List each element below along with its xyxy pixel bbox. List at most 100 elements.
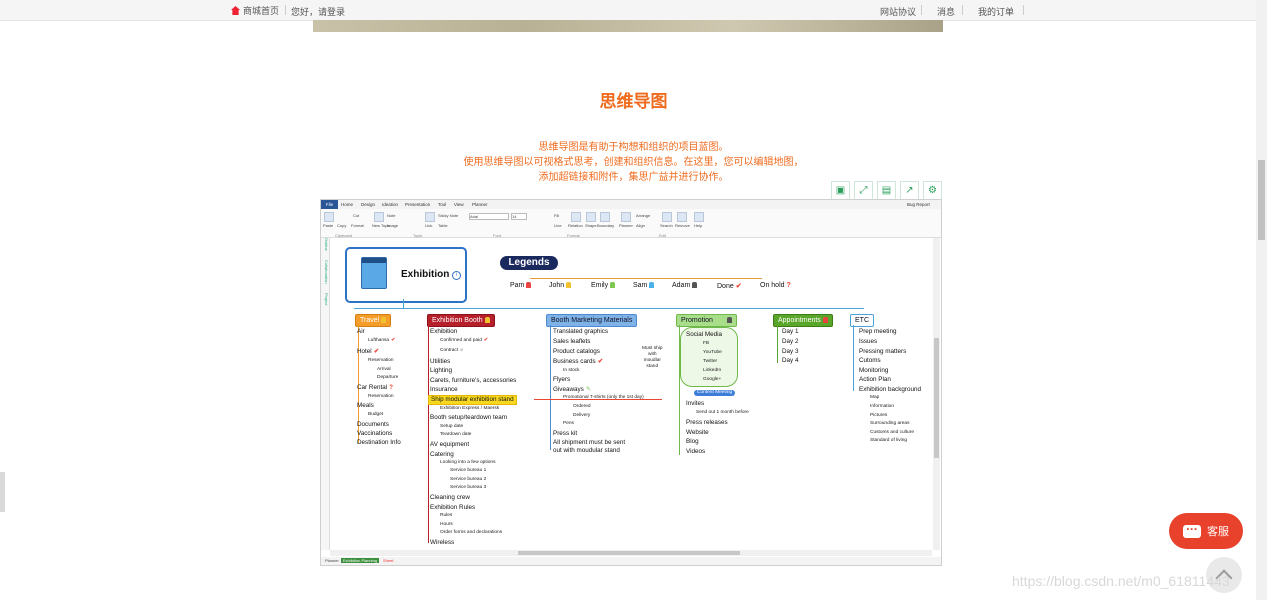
booth-catering[interactable]: Catering (430, 451, 454, 459)
bg-living[interactable]: Standard of living (870, 438, 907, 444)
settings-icon[interactable]: ⚙ (923, 181, 942, 200)
booth-cleaning-crew[interactable]: Cleaning crew (430, 494, 470, 502)
bg-information[interactable]: Information (870, 404, 894, 410)
link-icon[interactable] (425, 212, 435, 222)
booth-ship-stand[interactable]: Ship modular exhibition stand (428, 395, 517, 405)
booth-lighting[interactable]: Lighting (430, 367, 452, 375)
travel-air[interactable]: Air (357, 328, 365, 336)
booth-wireless[interactable]: Wireless (430, 539, 454, 547)
hotel-departure[interactable]: Departure (377, 375, 398, 381)
marketing-shipment-2[interactable]: out with moudular stand (553, 447, 620, 455)
etc-action-plan[interactable]: Action Plan (859, 376, 891, 384)
catering-bureau-2[interactable]: Service bureau 2 (450, 477, 486, 483)
appointment-day-4[interactable]: Day 4 (782, 357, 798, 365)
bg-customs[interactable]: Customs and culture (870, 430, 914, 436)
bg-map[interactable]: Map (870, 395, 879, 401)
booth-exhibition-rules[interactable]: Exhibition Rules (430, 504, 475, 512)
promo-blog[interactable]: Blog (686, 438, 699, 446)
social-twitter[interactable]: Twitter (703, 359, 717, 365)
promo-social-media[interactable]: Social Media (686, 331, 722, 339)
customer-service-button[interactable]: 客服 (1169, 513, 1243, 549)
social-linkedin[interactable]: LinkedIn (703, 368, 721, 374)
social-youtube[interactable]: YouTube (703, 350, 722, 356)
marketing-giveaways[interactable]: Giveaways ✎ (553, 386, 591, 394)
root-topic[interactable]: Exhibition i (345, 247, 467, 303)
tab-view[interactable]: View (454, 202, 464, 207)
appointment-day-2[interactable]: Day 2 (782, 338, 798, 346)
appointment-day-3[interactable]: Day 3 (782, 348, 798, 356)
category-exhibition-booth[interactable]: Exhibition Booth (427, 314, 495, 327)
search-icon[interactable] (662, 212, 672, 222)
travel-car-rental[interactable]: Car Rental? (357, 384, 393, 392)
etc-exhibition-background[interactable]: Exhibition background (859, 386, 921, 394)
category-booth-marketing[interactable]: Booth Marketing Materials (546, 314, 638, 327)
sheet-tab-planner[interactable]: Planner (325, 558, 339, 563)
promo-website[interactable]: Website (686, 429, 709, 437)
home-link[interactable]: 商城首页 (231, 4, 279, 17)
orders-link[interactable]: 我的订单 (978, 5, 1014, 18)
open-icon[interactable]: ▣ (831, 181, 850, 200)
meals-budget[interactable]: Budget (368, 412, 383, 418)
give-ordered[interactable]: Ordered (573, 404, 591, 410)
category-travel[interactable]: Travel (355, 314, 392, 327)
catering-bureau-1[interactable]: Service bureau 1 (450, 468, 486, 474)
marketing-shipment-1[interactable]: All shipment must be sent (553, 439, 625, 447)
content-meeting-button[interactable]: Content Meeting (694, 390, 736, 396)
tab-design[interactable]: Design (361, 202, 375, 207)
horizontal-scrollbar[interactable] (330, 550, 932, 556)
font-select[interactable]: Arial (469, 213, 509, 220)
booth-utilities[interactable]: Utilities (430, 358, 450, 366)
new-topic-icon[interactable] (374, 212, 384, 222)
etc-monitoring[interactable]: Monitoring (859, 367, 888, 375)
remove-icon[interactable] (677, 212, 687, 222)
marketing-press-kit[interactable]: Press kit (553, 430, 577, 438)
booth-insurance[interactable]: Insurance (430, 386, 458, 394)
tab-file[interactable]: File (321, 200, 338, 209)
booth-exhibition[interactable]: Exhibition (430, 328, 457, 336)
booth-contract[interactable]: Contract ⌀ (440, 348, 463, 354)
sheet-tab-exhibition[interactable]: Exhibition Planning (341, 558, 380, 563)
side-tab-outline[interactable]: Outline (324, 238, 329, 251)
travel-air-sub[interactable]: Lufthansa ✔ (368, 338, 395, 344)
booth-teardown-date[interactable]: Teardown date (440, 432, 471, 438)
bug-report-link[interactable]: Bug Report (907, 202, 930, 207)
mindmap-canvas[interactable]: Exhibition i Legends Pam John Emily Sam … (330, 238, 932, 550)
side-handle[interactable] (0, 472, 5, 512)
planner-icon[interactable] (621, 212, 631, 222)
tab-home[interactable]: Home (341, 202, 353, 207)
rules-rules[interactable]: Rules (440, 513, 452, 519)
messages-link[interactable]: 消息 (937, 5, 955, 18)
travel-documents[interactable]: Documents (357, 421, 389, 429)
give-tshirts[interactable]: Promotional T-shirts (only the 1st day) (563, 395, 644, 401)
tab-presentation[interactable]: Presentation (405, 202, 430, 207)
promo-invites[interactable]: Invites (686, 400, 704, 408)
tab-planner[interactable]: Planner (472, 202, 488, 207)
info-icon[interactable]: i (452, 271, 461, 280)
page-scrollbar[interactable] (1256, 0, 1267, 600)
etc-prep-meeting[interactable]: Prep meeting (859, 328, 896, 336)
marketing-translated[interactable]: Translated graphics (553, 328, 608, 336)
bg-pictures[interactable]: Pictures (870, 413, 887, 419)
car-reservation[interactable]: Reservation (368, 394, 394, 400)
booth-carets[interactable]: Carets, furniture's, accessories (430, 377, 516, 385)
boundary-icon[interactable] (600, 212, 610, 222)
travel-hotel[interactable]: Hotel ✔ (357, 348, 379, 356)
rules-order-forms[interactable]: Order forms and declarations (440, 530, 502, 536)
scrollbar-thumb[interactable] (518, 551, 740, 555)
marketing-business-cards[interactable]: Business cards ✔ (553, 358, 603, 366)
paste-icon[interactable] (324, 212, 334, 222)
tab-ideation[interactable]: Ideation (382, 202, 398, 207)
save-icon[interactable]: ▤ (877, 181, 896, 200)
booth-ship-carrier[interactable]: Exhibition Express / Maersk (440, 406, 499, 412)
give-delivery[interactable]: Delivery (573, 413, 590, 419)
catering-options[interactable]: Looking into a few options (440, 460, 495, 466)
font-size-select[interactable]: 14 (511, 213, 527, 220)
marketing-flyers[interactable]: Flyers (553, 376, 570, 384)
booth-setup-team[interactable]: Booth setup/teardown team (430, 414, 507, 422)
side-tab-project[interactable]: Project (324, 293, 329, 305)
protocol-link[interactable]: 网站协议 (880, 5, 916, 18)
category-promotion[interactable]: Promotion (676, 314, 737, 327)
booth-confirmed[interactable]: Confirmed and paid ✔ (440, 338, 488, 344)
vertical-scrollbar[interactable] (933, 238, 940, 550)
tab-tool[interactable]: Tool (438, 202, 446, 207)
